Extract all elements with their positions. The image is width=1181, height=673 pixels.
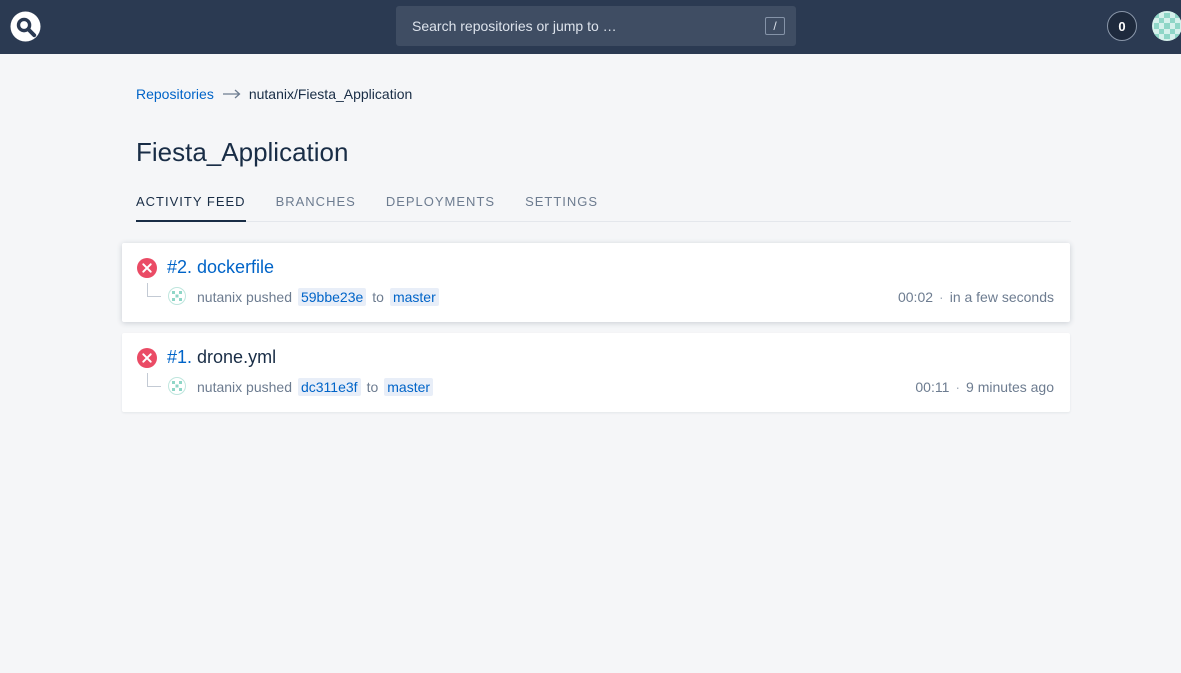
build-card[interactable]: #1. drone.yml nutanix pushed dc311e3f to… [122, 333, 1070, 412]
tab-deployments[interactable]: DEPLOYMENTS [386, 193, 495, 222]
separator-dot: · [955, 379, 961, 395]
separator-dot: · [939, 289, 944, 305]
build-duration: 00:02 [897, 289, 934, 305]
build-time-ago: 9 minutes ago [966, 379, 1054, 395]
build-action: pushed [246, 379, 292, 395]
author-avatar-icon [168, 287, 186, 305]
tab-settings[interactable]: SETTINGS [525, 193, 598, 222]
tab-activity-feed[interactable]: ACTIVITY FEED [136, 193, 246, 222]
breadcrumb-repositories-link[interactable]: Repositories [136, 86, 214, 102]
tree-connector [147, 283, 161, 297]
author-avatar-icon [168, 377, 186, 395]
failure-x-icon [137, 348, 157, 368]
branch-chip[interactable]: master [384, 378, 434, 396]
build-timing: 00:02 · in a few seconds [898, 287, 1054, 307]
breadcrumb: Repositories nutanix/Fiesta_Application [136, 85, 412, 103]
to-label: to [366, 379, 379, 395]
build-duration: 00:11 [915, 379, 950, 395]
search-input[interactable] [412, 18, 752, 34]
commit-sha[interactable]: 59bbe23e [297, 288, 367, 306]
build-timing: 00:11 · 9 minutes ago [915, 377, 1054, 397]
build-number: #1. [167, 347, 193, 367]
search-box[interactable]: / [396, 6, 796, 46]
top-bar: / 0 [0, 0, 1181, 54]
commit-sha[interactable]: dc311e3f [297, 378, 361, 396]
slash-shortcut-key: / [765, 17, 785, 35]
arrow-right-icon [222, 89, 241, 99]
build-message: drone.yml [197, 347, 277, 367]
build-author: nutanix [197, 289, 243, 305]
repo-tabs: ACTIVITY FEED BRANCHES DEPLOYMENTS SETTI… [136, 193, 1071, 222]
build-meta: nutanix pushed 59bbe23e to master [197, 287, 445, 307]
build-card[interactable]: #2. dockerfile nutanix pushed 59bbe23e t… [122, 243, 1070, 322]
page-title: Fiesta_Application [136, 137, 349, 167]
build-time-ago: in a few seconds [949, 289, 1054, 305]
drone-logo-icon[interactable] [10, 11, 41, 42]
branch-chip[interactable]: master [389, 288, 439, 306]
to-label: to [372, 289, 384, 305]
build-title[interactable]: #1. drone.yml [167, 347, 276, 368]
build-author: nutanix [197, 379, 243, 395]
build-number: #2. [167, 257, 193, 277]
build-title[interactable]: #2. dockerfile [167, 257, 274, 278]
build-action: pushed [246, 289, 292, 305]
breadcrumb-current: nutanix/Fiesta_Application [248, 86, 413, 102]
failure-x-icon [137, 258, 157, 278]
build-meta: nutanix pushed dc311e3f to master [197, 377, 439, 397]
identicon-avatar-icon [1152, 11, 1181, 41]
user-avatar[interactable] [1152, 11, 1181, 41]
running-builds-counter[interactable]: 0 [1107, 11, 1137, 41]
tab-branches[interactable]: BRANCHES [276, 193, 356, 222]
build-message: dockerfile [197, 257, 275, 277]
tree-connector [147, 373, 161, 387]
